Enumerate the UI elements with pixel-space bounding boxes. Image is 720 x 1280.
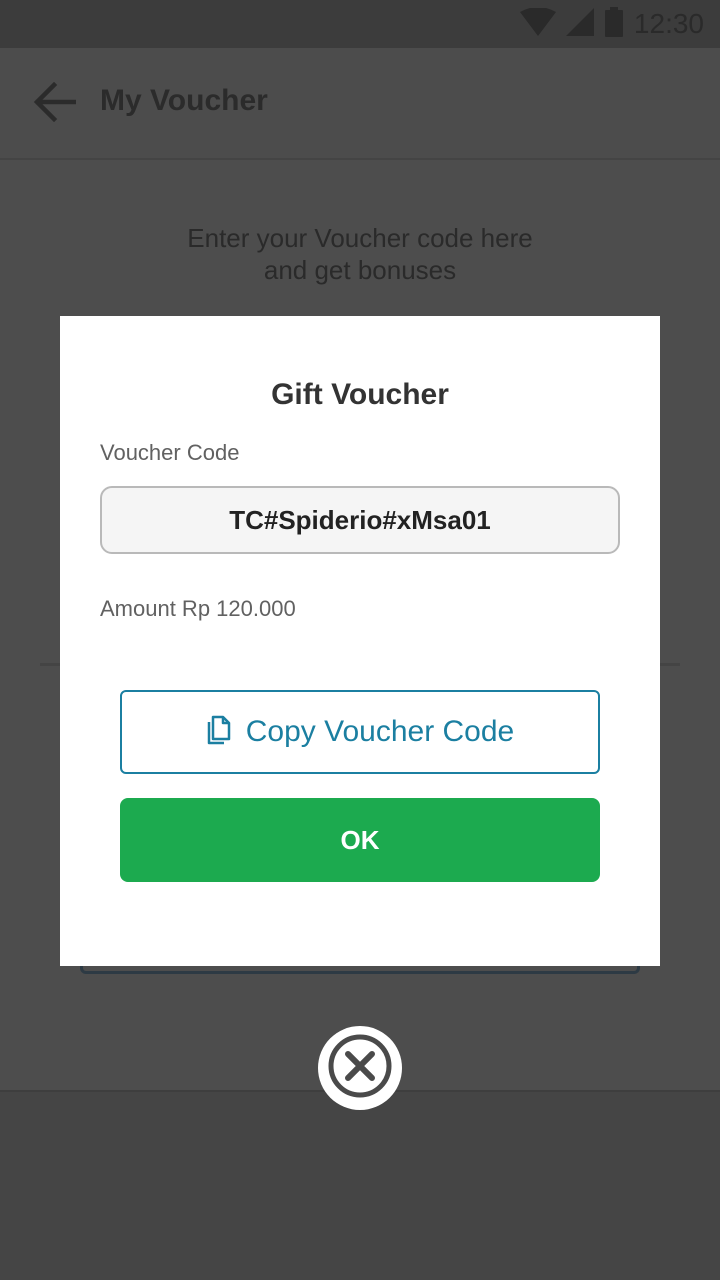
dialog-title: Gift Voucher	[271, 378, 449, 411]
app-bar: My Voucher	[0, 48, 720, 160]
voucher-amount: Amount Rp 120.000	[100, 596, 296, 621]
intro-text: Enter your Voucher code here and get bon…	[0, 222, 720, 286]
copy-voucher-code-button[interactable]: Copy Voucher Code	[120, 690, 600, 774]
page-title: My Voucher	[100, 84, 268, 117]
status-time: 12:30	[633, 8, 704, 39]
voucher-code-value: TC#Spiderio#xMsa01	[229, 504, 491, 535]
ok-button[interactable]: OK	[120, 798, 600, 882]
close-button[interactable]	[318, 1026, 402, 1110]
arrow-left-icon	[32, 81, 77, 127]
copy-button-label: Copy Voucher Code	[245, 715, 515, 748]
voucher-code-field[interactable]: TC#Spiderio#xMsa01	[100, 486, 620, 554]
close-circle-icon	[325, 1031, 395, 1106]
status-icons: 12:30	[519, 6, 704, 42]
battery-icon	[604, 6, 624, 42]
wifi-icon	[519, 6, 556, 41]
back-button[interactable]	[28, 80, 80, 128]
intro-line-1: Enter your Voucher code here	[187, 223, 533, 253]
status-bar: 12:30	[0, 0, 720, 48]
intro-line-2: and get bonuses	[263, 255, 457, 285]
signal-icon	[565, 7, 594, 41]
voucher-code-label: Voucher Code	[100, 440, 240, 465]
gift-voucher-dialog: Gift Voucher Voucher Code TC#Spiderio#xM…	[60, 316, 660, 966]
bottom-background	[0, 1090, 720, 1280]
ok-button-label: OK	[340, 824, 380, 855]
copy-document-icon	[206, 715, 232, 750]
